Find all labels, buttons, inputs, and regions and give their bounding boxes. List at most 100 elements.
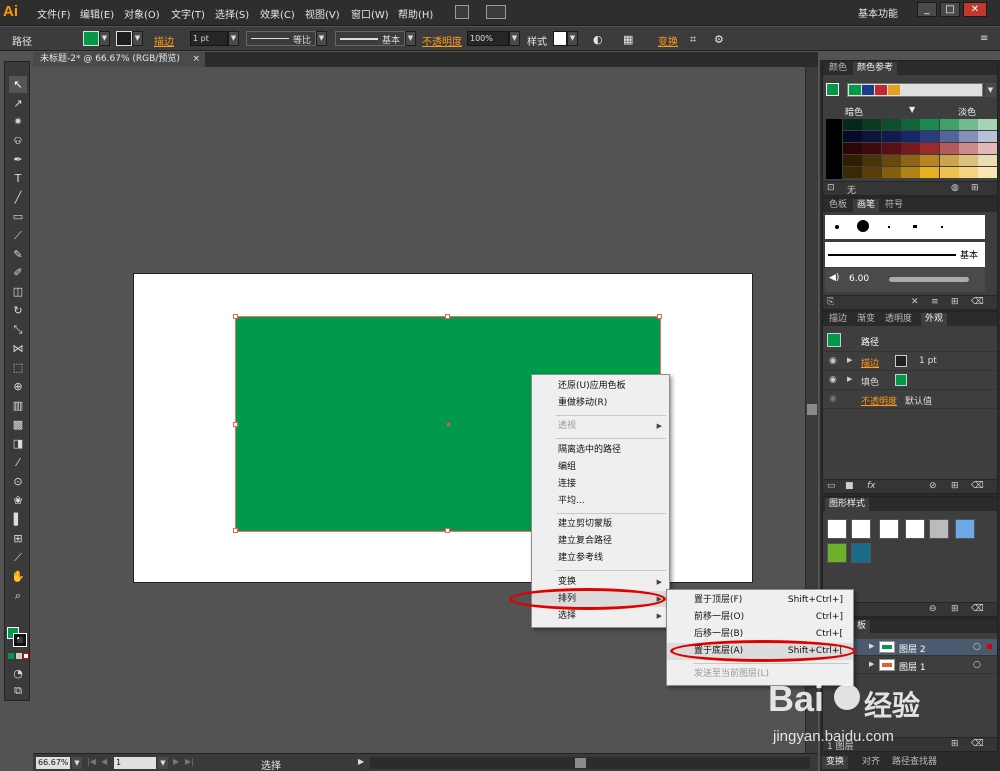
target-icon[interactable]: ○	[973, 660, 981, 670]
visibility-eye-icon[interactable]: ◉	[829, 375, 837, 385]
visibility-eye-icon[interactable]: ◉	[829, 394, 837, 404]
pencil-tool-icon[interactable]: ✎	[9, 246, 27, 263]
page-field[interactable]: 1	[114, 757, 156, 769]
guide-swatch[interactable]	[881, 131, 901, 142]
guide-swatch[interactable]	[958, 119, 978, 130]
next-page-icon[interactable]: ▶	[173, 757, 179, 766]
bridge-icon[interactable]	[455, 5, 469, 19]
eyedropper-tool-icon[interactable]: ⁄	[9, 454, 27, 471]
chevron-down-icon[interactable]: ▼	[985, 83, 996, 97]
color-guide-grid[interactable]	[843, 119, 998, 179]
new-style-icon[interactable]: ⊞	[951, 604, 959, 614]
graphic-style-leaf[interactable]	[827, 543, 847, 563]
variable-width-profile[interactable]: 等比	[246, 31, 316, 46]
last-page-icon[interactable]: ▶|	[185, 757, 194, 766]
add-effect-icon[interactable]: fx	[867, 481, 876, 491]
graphic-style-none[interactable]	[851, 519, 871, 539]
zoom-field[interactable]: 66.67%	[36, 757, 70, 769]
appearance-opacity-row[interactable]: ◉ 不透明度 默认值	[823, 390, 997, 409]
guide-swatch[interactable]	[881, 155, 901, 166]
selection-indicator[interactable]	[987, 644, 992, 649]
harmony-swatch[interactable]	[849, 85, 861, 95]
free-transform-tool-icon[interactable]: ⬚	[9, 359, 27, 376]
restore-button[interactable]: □	[940, 2, 960, 17]
menu-window[interactable]: 窗口(W)	[351, 6, 389, 21]
guide-swatch[interactable]	[939, 143, 959, 154]
add-stroke-icon[interactable]: ▭	[827, 481, 836, 491]
resize-handle[interactable]	[233, 422, 238, 427]
graphic-style-texture[interactable]	[851, 543, 871, 563]
guide-swatch[interactable]	[862, 155, 882, 166]
prev-page-icon[interactable]: ◀	[101, 757, 107, 766]
visibility-eye-icon[interactable]: ◉	[829, 356, 837, 366]
chevron-down-icon[interactable]: ▼	[72, 757, 82, 769]
guide-swatch[interactable]	[881, 119, 901, 130]
arrange-documents-icon[interactable]	[486, 5, 506, 19]
layer-name[interactable]: 图层 2	[899, 642, 926, 655]
chevron-down-icon[interactable]: ▼	[316, 31, 327, 46]
appearance-stroke-swatch[interactable]	[895, 355, 907, 367]
symbol-sprayer-tool-icon[interactable]: ❀	[9, 492, 27, 509]
brush-library-icon[interactable]: ⎘	[827, 297, 834, 307]
tab-brushes[interactable]: 画笔	[853, 199, 880, 212]
magic-wand-tool-icon[interactable]: ✷	[9, 113, 27, 130]
brush-options-icon[interactable]: ≡	[931, 297, 939, 307]
harmony-rule-strip[interactable]	[847, 83, 983, 97]
appearance-fill-row[interactable]: ◉ ▶ 填色	[823, 371, 997, 390]
opacity-link[interactable]: 不透明度	[422, 33, 462, 48]
base-color-swatch[interactable]	[826, 83, 839, 96]
chevron-down-icon[interactable]: ▼	[405, 31, 416, 46]
tab-stroke[interactable]: 描边	[825, 313, 851, 326]
stroke-swatch[interactable]	[116, 31, 132, 46]
stroke-weight-field[interactable]: 1 pt	[190, 31, 228, 46]
guide-swatch[interactable]	[900, 143, 920, 154]
appearance-stroke-link[interactable]: 描边	[861, 356, 879, 369]
guide-swatch[interactable]	[978, 167, 998, 178]
ctx-select[interactable]: 选择 ▶	[532, 608, 669, 624]
ctx-join[interactable]: 连接	[532, 476, 669, 492]
resize-handle[interactable]	[233, 314, 238, 319]
graphic-style-blue-glow[interactable]	[955, 519, 975, 539]
fill-swatch[interactable]	[83, 31, 99, 46]
stroke-link[interactable]: 描边	[154, 33, 174, 48]
guide-swatch[interactable]	[958, 143, 978, 154]
vertical-scroll-thumb[interactable]	[807, 404, 817, 415]
delete-layer-icon[interactable]: ⌫	[971, 739, 984, 749]
bring-to-front[interactable]: 置于顶层(F) Shift+Ctrl+]	[667, 592, 853, 609]
guide-swatch[interactable]	[862, 167, 882, 178]
color-mode-icon[interactable]	[8, 653, 14, 659]
appearance-fill-swatch[interactable]	[895, 374, 907, 386]
tab-color[interactable]: 颜色	[825, 62, 851, 75]
tab-gradient[interactable]: 渐变	[853, 313, 879, 326]
guide-swatch[interactable]	[920, 143, 940, 154]
blob-brush-tool-icon[interactable]: ✐	[9, 264, 27, 281]
guide-swatch[interactable]	[862, 131, 882, 142]
ctx-redo[interactable]: 重做移动(R)	[532, 395, 669, 411]
guide-swatch[interactable]	[843, 155, 862, 166]
delete-item-icon[interactable]: ⌫	[971, 481, 984, 491]
save-group-icon[interactable]: ⊞	[971, 183, 979, 193]
menu-object[interactable]: 对象(O)	[124, 6, 160, 21]
first-page-icon[interactable]: |◀	[87, 757, 96, 766]
opacity-field[interactable]: 100%	[467, 31, 509, 46]
rectangle-tool-icon[interactable]: ▭	[9, 208, 27, 225]
bring-forward[interactable]: 前移一层(O) Ctrl+]	[667, 609, 853, 626]
chevron-down-icon[interactable]: ▼	[99, 31, 110, 46]
mesh-tool-icon[interactable]: ▩	[9, 416, 27, 433]
guide-swatch[interactable]	[881, 143, 901, 154]
brush-tip[interactable]	[857, 220, 869, 232]
draw-mode-icon[interactable]: ◔	[9, 665, 27, 682]
brush-tip[interactable]	[888, 226, 890, 228]
tab-transparency[interactable]: 透明度	[881, 313, 916, 326]
resize-handle[interactable]	[657, 314, 662, 319]
brush-tip[interactable]	[835, 225, 839, 229]
ctx-clipping-mask[interactable]: 建立剪切蒙版	[532, 516, 669, 532]
pen-tool-icon[interactable]: ✒	[9, 151, 27, 168]
tab-appearance[interactable]: 外观	[921, 313, 948, 326]
guide-swatch[interactable]	[939, 119, 959, 130]
guide-swatch[interactable]	[900, 131, 920, 142]
horizontal-scrollbar[interactable]	[370, 757, 810, 769]
gradient-tool-icon[interactable]: ◨	[9, 435, 27, 452]
recolor-artwork-icon[interactable]: ◐	[593, 33, 603, 46]
selection-tool-icon[interactable]: ↖	[9, 76, 27, 93]
